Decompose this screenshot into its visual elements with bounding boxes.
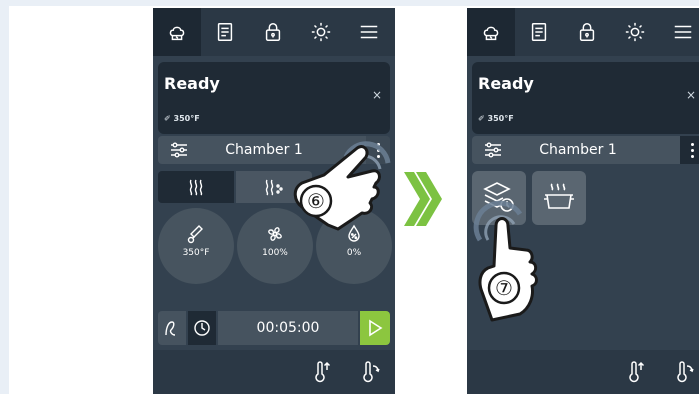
step-number-7: ⑦ [495, 276, 513, 300]
menu-icon[interactable] [345, 8, 393, 56]
timer-control: 00:05:00 [158, 311, 390, 345]
thermometer-icon [187, 225, 203, 244]
lock-icon[interactable] [563, 8, 611, 56]
top-navigation-bar [153, 8, 395, 56]
probe-mode-button[interactable] [158, 311, 186, 345]
status-title: Ready [478, 74, 534, 93]
current-temperature-value: 350°F [487, 114, 514, 123]
current-temperature-value: 350°F [173, 114, 200, 123]
preheat-icon[interactable] [311, 360, 335, 384]
clock-icon [194, 320, 210, 336]
chef-hat-icon[interactable] [153, 8, 201, 56]
heat-icon [189, 179, 203, 196]
probe-icon: ✐ [478, 114, 485, 123]
top-navigation-bar [467, 8, 699, 56]
chamber-selector[interactable]: Chamber 1 [472, 136, 699, 164]
bottom-bar [467, 350, 699, 394]
core-probe-icon [165, 321, 176, 336]
humidity-value: 0% [346, 248, 362, 258]
status-card: Ready × ✐ 350°F [158, 62, 390, 134]
menu-icon[interactable] [659, 8, 699, 56]
status-title: Ready [164, 74, 220, 93]
brightness-icon[interactable] [297, 8, 345, 56]
status-card: Ready × ✐ 350°F [472, 62, 699, 134]
heat-mode-tab[interactable] [158, 171, 234, 203]
dismiss-status-button[interactable]: × [372, 88, 382, 102]
next-step-arrow-icon [404, 172, 442, 226]
lock-icon[interactable] [249, 8, 297, 56]
dismiss-status-button[interactable]: × [686, 88, 696, 102]
timer-mode-button[interactable] [188, 311, 216, 345]
bottom-bar [153, 350, 395, 394]
timer-value[interactable]: 00:05:00 [218, 311, 358, 345]
recipe-book-icon[interactable] [515, 8, 563, 56]
step-number-6: ⑥ [307, 189, 325, 213]
current-temperature: ✐ 350°F [164, 114, 200, 123]
probe-icon: ✐ [164, 114, 171, 123]
cooldown-icon[interactable] [673, 360, 697, 384]
cooldown-icon[interactable] [359, 360, 383, 384]
preheat-icon[interactable] [625, 360, 649, 384]
more-options-button[interactable] [680, 136, 699, 164]
chamber-label: Chamber 1 [539, 142, 617, 158]
fan-speed-value: 100% [262, 248, 288, 258]
tap-gesture-step-6: ⑥ [293, 141, 391, 231]
brightness-icon[interactable] [611, 8, 659, 56]
start-button[interactable] [360, 311, 390, 345]
current-temperature: ✐ 350°F [478, 114, 514, 123]
play-icon [369, 319, 383, 337]
chef-hat-icon[interactable] [467, 8, 515, 56]
temperature-value: 350°F [182, 248, 210, 258]
tap-gesture-step-7: ⑦ [473, 200, 538, 322]
recipe-book-icon[interactable] [201, 8, 249, 56]
temperature-dial[interactable]: 350°F [158, 208, 234, 284]
